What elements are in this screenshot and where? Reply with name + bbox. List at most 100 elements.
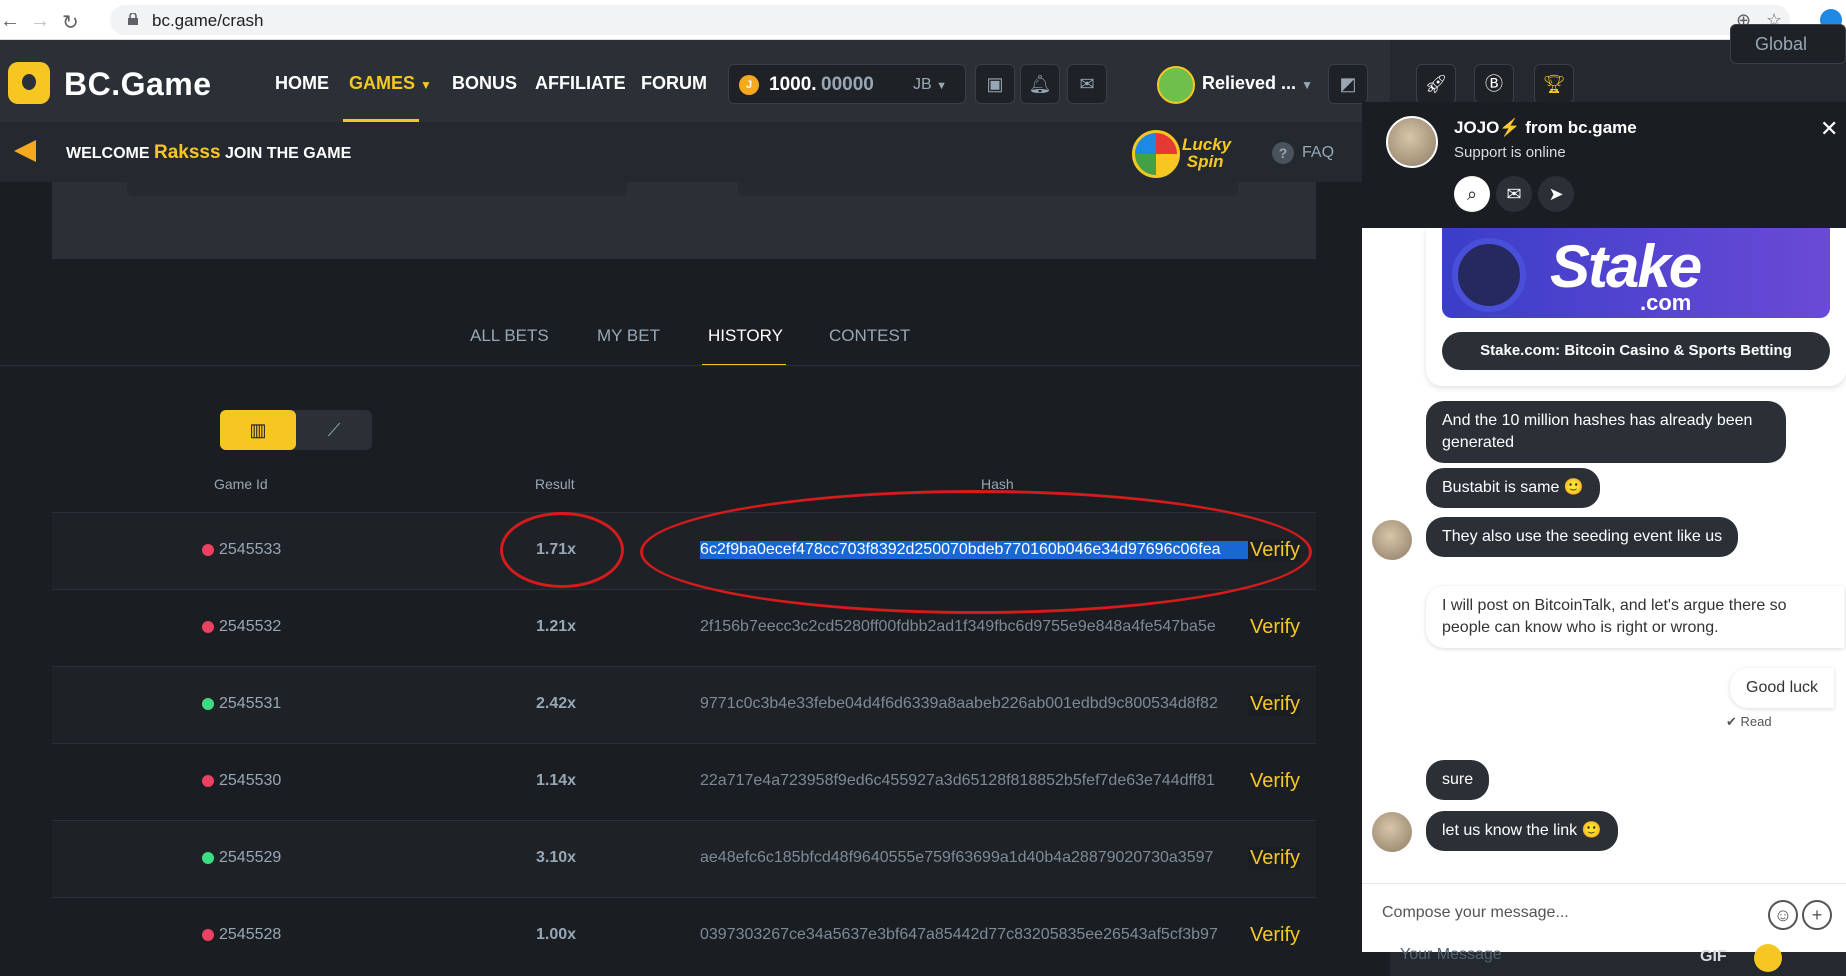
caret-down-icon: ▼	[936, 80, 948, 92]
close-icon[interactable]: ✕	[1820, 116, 1838, 142]
balance-decimal: 00000	[821, 74, 874, 95]
game-hash[interactable]: 9771c0c3b4e33febe04d4f6d6339a8aabeb226ab…	[700, 695, 1286, 713]
chat-header: JOJO⚡ from bc.game Support is online ✕ ⌕…	[1362, 102, 1846, 228]
nav-bonus[interactable]: BONUS	[452, 73, 517, 94]
currency-select[interactable]: JB ▼	[913, 76, 947, 94]
wallet-icon[interactable]: ▣	[975, 64, 1015, 104]
nav-forum[interactable]: FORUM	[641, 73, 707, 94]
gif-button[interactable]: GIF	[1700, 948, 1727, 966]
user-avatar[interactable]	[1157, 66, 1195, 104]
status-dot	[202, 621, 214, 633]
trophy-icon[interactable]: 🏆︎	[1534, 64, 1574, 104]
megaphone-icon	[14, 140, 36, 162]
site-header: BC.Game HOME GAMES ▼ BONUS AFFILIATE FOR…	[0, 40, 1390, 122]
url-text[interactable]: bc.game/crash	[152, 11, 264, 31]
forward-arrow-icon[interactable]: →	[30, 10, 50, 33]
telegram-icon[interactable]: ➤	[1538, 176, 1574, 212]
table-row[interactable]: 2545530 1.14x 22a717e4a723958f9ed6c455927a…	[52, 743, 1316, 820]
line-chart-icon[interactable]: ⟋	[296, 410, 372, 450]
agent-mini-avatar	[1372, 520, 1412, 560]
game-hash[interactable]: 0397303267ce34a5637e3bf647a85442d77c8320…	[700, 926, 1286, 944]
table-row[interactable]: 2545531 2.42x 9771c0c3b4e33febe04d4f6d6339…	[52, 666, 1316, 743]
agent-status: Support is online	[1454, 144, 1566, 161]
chat-toggle-icon[interactable]: ◩	[1328, 64, 1368, 104]
game-controls	[127, 182, 627, 196]
game-id[interactable]: 2545533	[219, 541, 281, 559]
nav-affiliate[interactable]: AFFILIATE	[535, 73, 626, 94]
game-hash[interactable]: ae48efc6c185bfcd48f9640555e759f63699a1d4…	[700, 849, 1286, 867]
add-attachment-icon[interactable]: +	[1802, 900, 1832, 930]
tab-history[interactable]: HISTORY	[708, 326, 783, 346]
game-info	[738, 182, 1238, 196]
caret-down-icon: ▼	[1301, 78, 1313, 92]
nav-games[interactable]: GAMES ▼	[349, 73, 432, 94]
crash-result: 1.14x	[536, 772, 577, 789]
verify-link[interactable]: Verify	[1248, 847, 1301, 870]
logo-text[interactable]: BC.Game	[64, 66, 212, 103]
public-chat-input[interactable]: Your Message	[1400, 946, 1502, 964]
back-arrow-icon[interactable]: ←	[0, 10, 20, 33]
crash-result: 3.10x	[536, 849, 577, 866]
promo-domain: .com	[1640, 290, 1692, 315]
table-row[interactable]: 2545529 3.10x ae48efc6c185bfcd48f9640555e7…	[52, 820, 1316, 897]
annotation-circle-hash	[640, 490, 1312, 614]
bell-icon[interactable]: 🔔︎	[1020, 64, 1060, 104]
mail-icon[interactable]: ✉	[1067, 64, 1107, 104]
bc-logo-icon[interactable]	[8, 62, 50, 104]
chat-message: let us know the link 🙂	[1426, 811, 1618, 851]
table-row[interactable]: 2545528 1.00x 0397303267ce34a5637e3bf647a8…	[52, 897, 1316, 974]
tab-my-bet[interactable]: MY BET	[597, 326, 660, 346]
game-id[interactable]: 2545531	[219, 695, 281, 713]
tab-all-bets[interactable]: ALL BETS	[470, 326, 549, 346]
tab-divider	[0, 365, 1360, 366]
caret-down-icon: ▼	[420, 78, 432, 92]
lucky-spin-button[interactable]: Lucky Spin	[1132, 126, 1242, 182]
promo-card: Stake .com Stake.com: Bitcoin Casino & S…	[1426, 228, 1846, 386]
emoji-button-icon[interactable]	[1754, 944, 1782, 972]
reload-icon[interactable]: ↻	[62, 10, 79, 35]
game-panel	[52, 182, 1316, 259]
compose-input[interactable]	[1382, 904, 1682, 922]
game-id[interactable]: 2545529	[219, 849, 281, 867]
chat-room-select[interactable]: Global	[1730, 24, 1846, 64]
emoji-icon[interactable]: ☺	[1768, 900, 1798, 930]
game-hash[interactable]: 22a717e4a723958f9ed6c455927a3d65128f8188…	[700, 772, 1286, 790]
game-id[interactable]: 2545528	[219, 926, 281, 944]
promo-link-button[interactable]: Stake.com: Bitcoin Casino & Sports Betti…	[1442, 332, 1830, 370]
username[interactable]: Relieved ... ▼	[1202, 73, 1313, 94]
game-id[interactable]: 2545532	[219, 618, 281, 636]
tab-contest[interactable]: CONTEST	[829, 326, 910, 346]
annotation-circle-result	[500, 512, 624, 588]
crash-result: 1.00x	[536, 926, 577, 943]
nav-home[interactable]: HOME	[275, 73, 329, 94]
rocket-icon[interactable]: 🚀︎	[1416, 64, 1456, 104]
wallet-balance[interactable]: J 1000. 00000 JB ▼	[728, 64, 966, 104]
address-bar[interactable]: bc.game/crash ⊕ ☆	[110, 5, 1790, 35]
bonus-icon[interactable]: Ⓑ	[1474, 64, 1514, 104]
status-dot	[202, 544, 214, 556]
chat-message: sure	[1426, 760, 1490, 800]
game-id[interactable]: 2545530	[219, 772, 281, 790]
verify-link[interactable]: Verify	[1248, 924, 1301, 947]
email-icon[interactable]: ✉	[1496, 176, 1532, 212]
question-icon: ?	[1272, 142, 1294, 164]
welcome-username: Raksss	[154, 142, 221, 163]
promo-image[interactable]: Stake .com	[1442, 228, 1830, 318]
wheel-icon	[1132, 130, 1180, 178]
game-hash[interactable]: 2f156b7eecc3c2cd5280ff00fdbb2ad1f349fbc6…	[700, 618, 1286, 636]
read-receipt: ✔ Read	[1726, 714, 1772, 729]
faq-link[interactable]: ? FAQ	[1272, 142, 1334, 164]
jb-coin-icon: J	[739, 75, 759, 95]
status-dot	[202, 775, 214, 787]
agent-name: JOJO⚡ from bc.game	[1454, 118, 1637, 137]
welcome-bar: WELCOME Raksss JOIN THE GAME Lucky Spin …	[0, 122, 1390, 182]
roulette-icon	[1452, 238, 1526, 312]
lucky-spin-label: Lucky Spin	[1182, 135, 1232, 171]
verify-link[interactable]: Verify	[1248, 616, 1301, 639]
browser-bar: ← → ↻ bc.game/crash ⊕ ☆	[0, 0, 1846, 40]
verify-link[interactable]: Verify	[1248, 693, 1301, 716]
bar-chart-icon[interactable]: ▥	[220, 410, 296, 450]
search-icon[interactable]: ⌕	[1454, 176, 1490, 212]
verify-link[interactable]: Verify	[1248, 770, 1301, 793]
col-result: Result	[535, 476, 575, 492]
